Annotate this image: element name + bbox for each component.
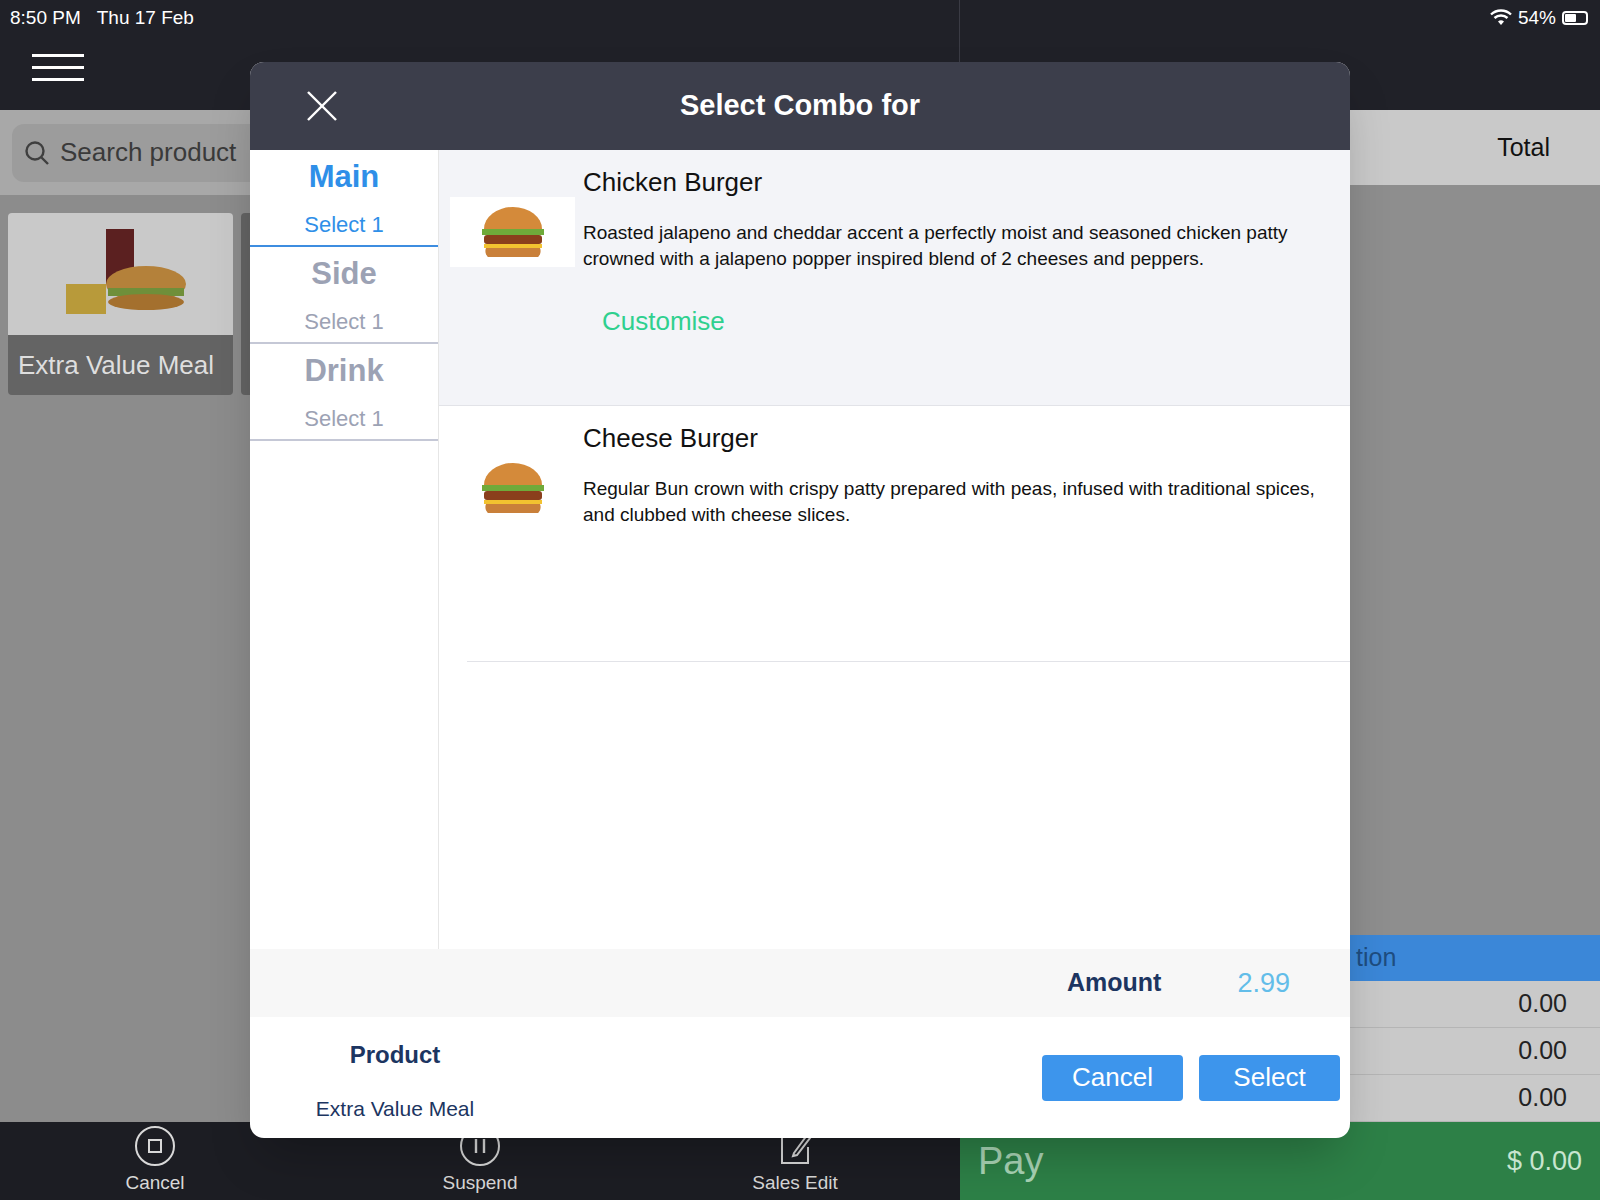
total-header: Total — [1497, 129, 1550, 167]
status-clock: 8:50 PM Thu 17 Feb — [10, 4, 194, 33]
product-photo — [8, 213, 233, 335]
product-label: Product — [350, 1037, 441, 1073]
combo-item[interactable]: Cheese Burger Regular Bun crown with cris… — [467, 406, 1350, 662]
product-label: Extra Value Meal — [8, 335, 233, 395]
combo-dialog: Select Combo for Main Select 1 Side Select … — [250, 62, 1350, 1138]
category-tab[interactable]: Side Select 1 — [250, 247, 438, 344]
product-tile[interactable]: Extra Value Meal — [8, 213, 233, 395]
date: Thu 17 Feb — [97, 4, 194, 33]
dialog-buttons: Cancel Select — [1042, 1055, 1340, 1101]
search-icon — [24, 140, 50, 166]
item-list: Chicken Burger Roasted jalapeno and chedd… — [439, 150, 1350, 949]
category-tab[interactable]: Drink Select 1 — [250, 344, 438, 441]
category-hint: Select 1 — [304, 402, 384, 435]
battery-fill — [1565, 14, 1576, 22]
amount-value: 2.99 — [1237, 963, 1290, 1004]
item-description: Regular Bun crown with crispy patty prep… — [583, 476, 1334, 528]
battery-percent: 54% — [1518, 4, 1556, 33]
category-list: Main Select 1 Side Select 1 Drink Select 1 — [250, 150, 439, 949]
menu-icon[interactable] — [32, 52, 84, 84]
summary-value: 0.00 — [1518, 1079, 1567, 1117]
status-right: 54% — [1490, 4, 1588, 33]
item-text: Cheese Burger Regular Bun crown with cris… — [575, 406, 1350, 661]
item-text: Chicken Burger Roasted jalapeno and chedd… — [575, 150, 1350, 405]
pay-amount: $ 0.00 — [1507, 1141, 1582, 1182]
cancel-button[interactable]: Cancel — [1042, 1055, 1183, 1101]
action-label: Cancel — [125, 1169, 184, 1198]
pay-label: Pay — [978, 1133, 1043, 1190]
burger-photo-icon — [450, 197, 575, 267]
dialog-title: Select Combo for — [680, 84, 920, 128]
amount-label: Amount — [1067, 964, 1161, 1002]
action-label: Suspend — [442, 1169, 517, 1198]
meal-photo-icon — [46, 224, 196, 324]
dialog-header: Select Combo for — [250, 62, 1350, 150]
close-icon[interactable] — [306, 90, 338, 122]
category-name: Drink — [304, 348, 383, 395]
category-tab[interactable]: Main Select 1 — [250, 150, 438, 247]
battery-icon — [1562, 11, 1588, 25]
select-button[interactable]: Select — [1199, 1055, 1340, 1101]
wifi-icon — [1490, 9, 1512, 27]
summary-label: tion — [1356, 939, 1396, 977]
summary-value: 0.00 — [1518, 1032, 1567, 1070]
customise-link[interactable]: Customise — [602, 302, 1334, 341]
category-name: Main — [309, 154, 380, 201]
product-info: Product Extra Value Meal — [250, 1031, 540, 1125]
product-name: Extra Value Meal — [316, 1093, 474, 1125]
dialog-footer: Product Extra Value Meal Cancel Select — [250, 1017, 1350, 1138]
combo-item[interactable]: Chicken Burger Roasted jalapeno and chedd… — [439, 150, 1350, 406]
category-name: Side — [311, 251, 376, 298]
summary-value: 0.00 — [1518, 985, 1567, 1023]
item-name: Cheese Burger — [583, 422, 1334, 456]
pos-screen: 8:50 PM Thu 17 Feb 54% — [0, 0, 1600, 1200]
time: 8:50 PM — [10, 4, 81, 33]
action-label: Sales Edit — [752, 1169, 838, 1198]
item-description: Roasted jalapeno and cheddar accent a pe… — [583, 220, 1334, 272]
stop-icon — [134, 1125, 176, 1167]
category-hint: Select 1 — [304, 208, 384, 241]
category-hint: Select 1 — [304, 305, 384, 338]
burger-photo-icon — [450, 453, 575, 523]
item-name: Chicken Burger — [583, 166, 1334, 200]
amount-row: Amount 2.99 — [250, 949, 1350, 1017]
dialog-body: Main Select 1 Side Select 1 Drink Select 1 Ch… — [250, 150, 1350, 949]
